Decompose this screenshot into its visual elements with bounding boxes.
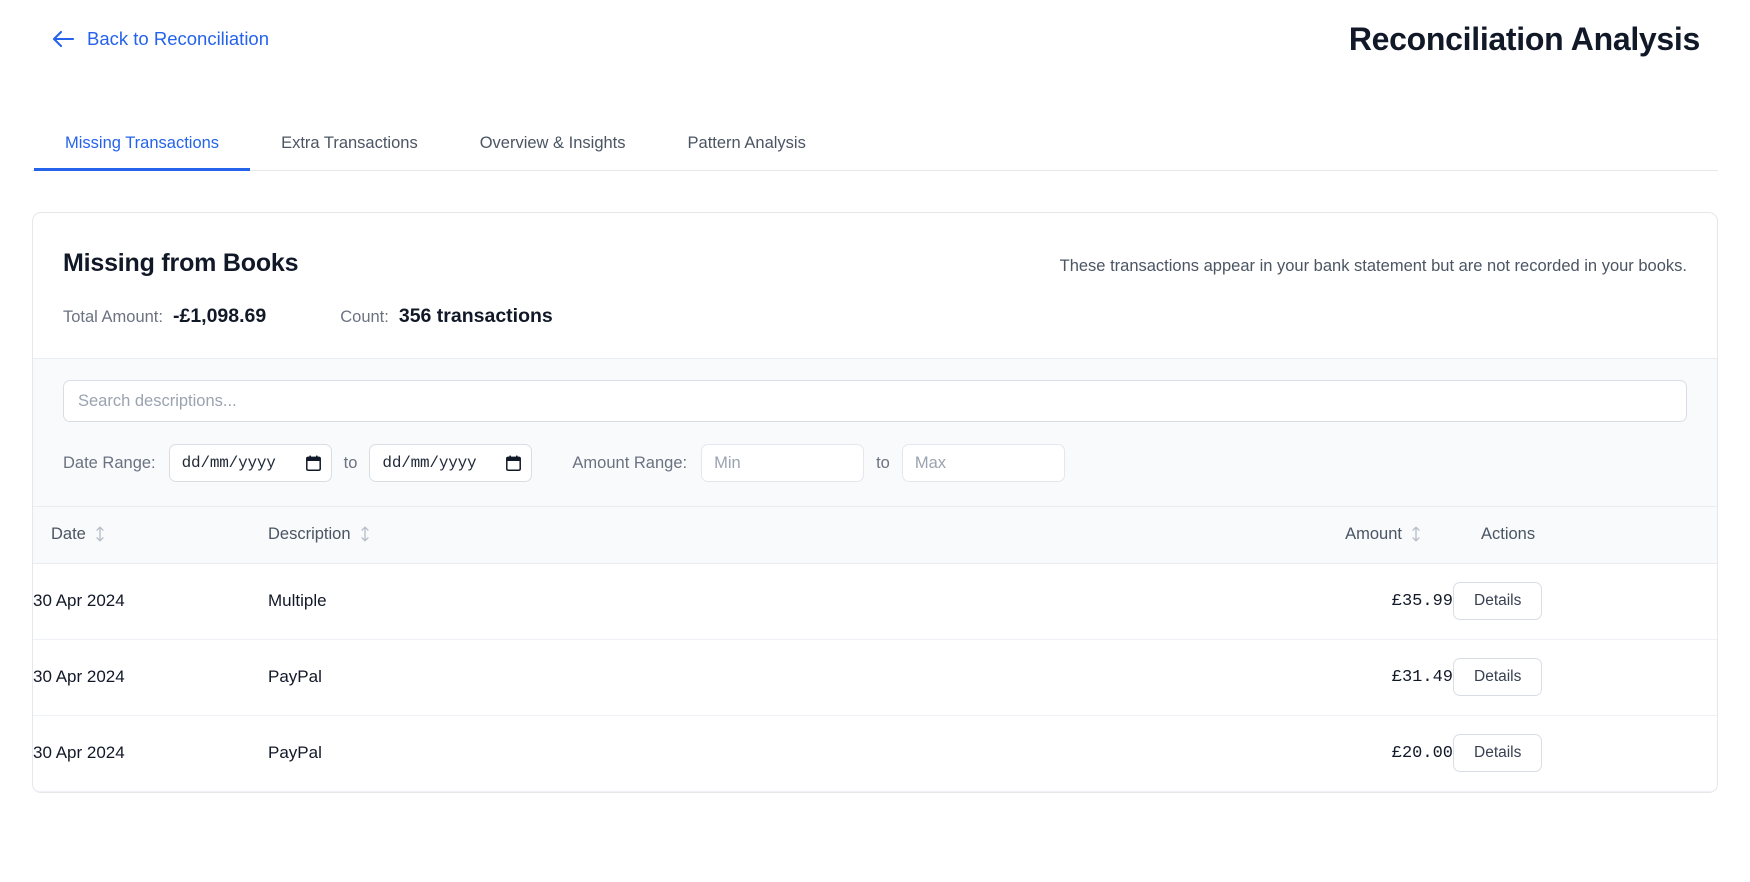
date-range-label: Date Range: xyxy=(63,454,156,473)
arrow-left-icon xyxy=(52,30,74,48)
tab-bar: Missing Transactions Extra Transactions … xyxy=(32,124,1718,171)
calendar-icon[interactable] xyxy=(506,455,521,471)
top-bar: Back to Reconciliation Reconciliation An… xyxy=(32,0,1718,78)
transactions-table: Date Description xyxy=(33,507,1717,792)
tab-extra-transactions[interactable]: Extra Transactions xyxy=(250,124,449,171)
total-amount-value: -£1,098.69 xyxy=(173,305,266,328)
tab-label: Missing Transactions xyxy=(65,134,219,152)
date-range-separator: to xyxy=(332,454,370,473)
date-from-placeholder: dd/mm/yyyy xyxy=(182,454,306,472)
filter-row: Date Range: dd/mm/yyyy to dd/mm/yy xyxy=(63,444,1687,482)
date-from-input[interactable]: dd/mm/yyyy xyxy=(169,444,332,482)
cell-amount: £20.00 xyxy=(1068,715,1453,791)
column-header-date[interactable]: Date xyxy=(33,507,268,563)
totals-row: Total Amount: -£1,098.69 Count: 356 tran… xyxy=(63,305,1687,328)
tab-label: Overview & Insights xyxy=(480,134,626,152)
amount-min-input[interactable] xyxy=(701,444,864,482)
cell-amount: £31.49 xyxy=(1068,639,1453,715)
table-body: 30 Apr 2024 Multiple £35.99 Details 30 A… xyxy=(33,563,1717,791)
column-header-description[interactable]: Description xyxy=(268,507,1068,563)
cell-amount: £35.99 xyxy=(1068,563,1453,639)
table-row[interactable]: 30 Apr 2024 Multiple £35.99 Details xyxy=(33,563,1717,639)
cell-description: PayPal xyxy=(268,715,1068,791)
sort-updown-icon[interactable] xyxy=(1411,526,1421,542)
date-to-input[interactable]: dd/mm/yyyy xyxy=(369,444,532,482)
column-header-actions: Actions xyxy=(1453,507,1717,563)
tab-missing-transactions[interactable]: Missing Transactions xyxy=(34,124,250,171)
sort-updown-icon[interactable] xyxy=(95,526,105,542)
column-label: Actions xyxy=(1481,525,1535,543)
card-description: These transactions appear in your bank s… xyxy=(1060,249,1687,276)
details-button[interactable]: Details xyxy=(1453,658,1542,696)
calendar-icon[interactable] xyxy=(306,455,321,471)
table-row[interactable]: 30 Apr 2024 PayPal £20.00 Details xyxy=(33,715,1717,791)
count-label: Count: xyxy=(340,308,389,327)
cell-date: 30 Apr 2024 xyxy=(33,563,268,639)
cell-description: PayPal xyxy=(268,639,1068,715)
tab-label: Pattern Analysis xyxy=(688,134,806,152)
reconciliation-analysis-page: Back to Reconciliation Reconciliation An… xyxy=(0,0,1750,882)
tab-label: Extra Transactions xyxy=(281,134,418,152)
filter-bar: Date Range: dd/mm/yyyy to dd/mm/yy xyxy=(33,359,1717,507)
missing-from-books-card: Missing from Books These transactions ap… xyxy=(32,212,1718,793)
amount-range-label: Amount Range: xyxy=(572,454,687,473)
back-to-reconciliation-link[interactable]: Back to Reconciliation xyxy=(52,28,269,50)
details-button[interactable]: Details xyxy=(1453,734,1542,772)
cell-actions: Details xyxy=(1453,639,1717,715)
total-amount-label: Total Amount: xyxy=(63,308,163,327)
amount-range-separator: to xyxy=(864,454,902,473)
card-header: Missing from Books These transactions ap… xyxy=(33,213,1717,359)
amount-max-input[interactable] xyxy=(902,444,1065,482)
page-title: Reconciliation Analysis xyxy=(1349,21,1700,58)
table-head: Date Description xyxy=(33,507,1717,563)
column-label: Date xyxy=(51,525,86,544)
details-button[interactable]: Details xyxy=(1453,582,1542,620)
search-input[interactable] xyxy=(63,380,1687,422)
sort-updown-icon[interactable] xyxy=(360,526,370,542)
table-header-row: Date Description xyxy=(33,507,1717,563)
cell-actions: Details xyxy=(1453,715,1717,791)
back-link-label: Back to Reconciliation xyxy=(87,28,269,50)
table-row[interactable]: 30 Apr 2024 PayPal £31.49 Details xyxy=(33,639,1717,715)
tab-overview-insights[interactable]: Overview & Insights xyxy=(449,124,657,171)
column-header-amount[interactable]: Amount xyxy=(1068,507,1453,563)
column-label: Description xyxy=(268,525,351,544)
column-label: Amount xyxy=(1345,525,1402,544)
tab-pattern-analysis[interactable]: Pattern Analysis xyxy=(657,124,837,171)
cell-description: Multiple xyxy=(268,563,1068,639)
date-to-placeholder: dd/mm/yyyy xyxy=(382,454,506,472)
cell-actions: Details xyxy=(1453,563,1717,639)
cell-date: 30 Apr 2024 xyxy=(33,639,268,715)
count-value: 356 transactions xyxy=(399,305,553,328)
card-title: Missing from Books xyxy=(63,249,298,278)
cell-date: 30 Apr 2024 xyxy=(33,715,268,791)
